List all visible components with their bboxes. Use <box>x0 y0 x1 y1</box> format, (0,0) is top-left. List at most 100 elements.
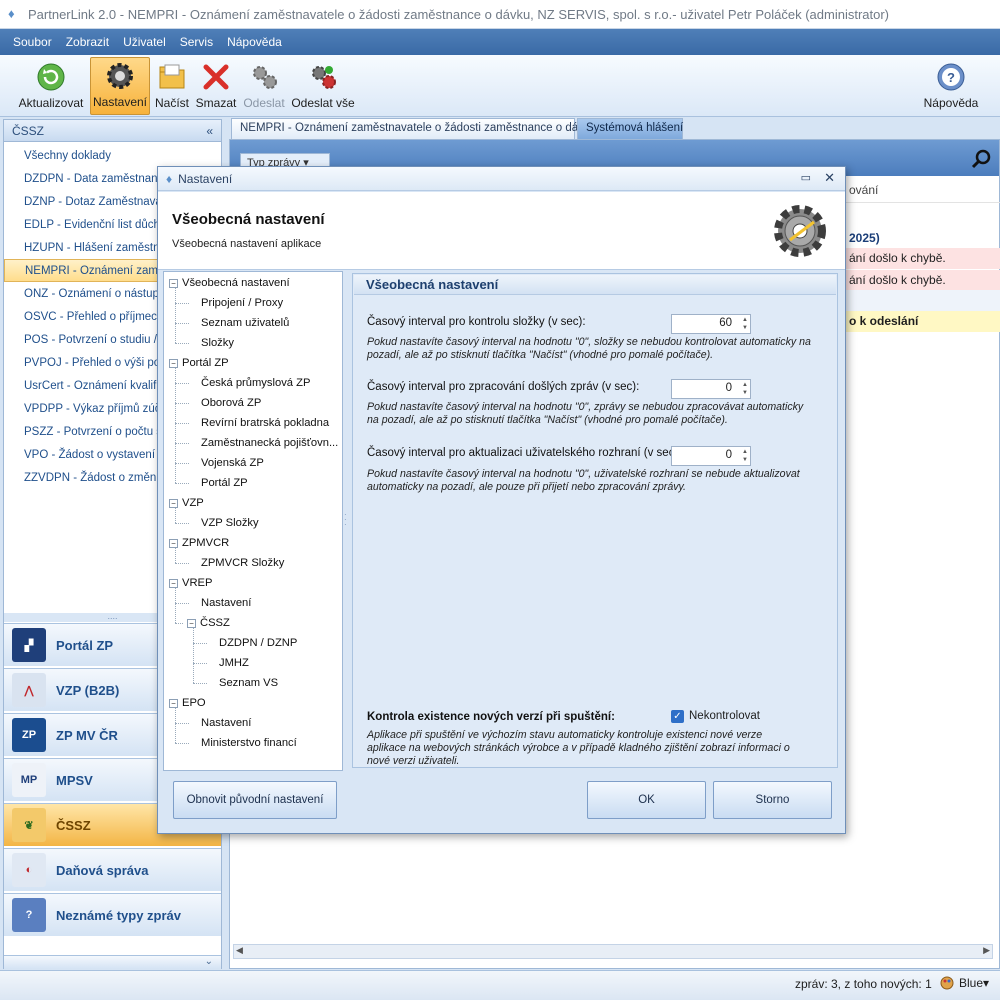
mpsv-icon: MP <box>12 763 46 797</box>
help-button[interactable]: ? Nápověda <box>920 57 982 115</box>
table-row-error[interactable]: ání došlo k chybě. <box>845 270 1000 291</box>
spinner-arrows-icon[interactable]: ▲ ▼ <box>742 316 748 332</box>
theme-selector[interactable]: Blue ▾ <box>940 976 989 990</box>
folder-interval-spinner[interactable]: 60 ▲ ▼ <box>671 314 751 334</box>
version-check-checkbox-label[interactable]: Nekontrolovat <box>689 710 760 722</box>
table-row-error[interactable]: ání došlo k chybě. <box>845 248 1000 269</box>
ui-interval-spinner[interactable]: 0 ▲ ▼ <box>671 446 751 466</box>
reset-defaults-button[interactable]: Obnovit původní nastavení <box>173 781 337 819</box>
delete-label: Smazat <box>195 96 237 110</box>
spinner-arrows-icon[interactable]: ▲ ▼ <box>742 448 748 464</box>
help-icon: ? <box>936 62 966 92</box>
tree-node-label: Portál ZP <box>182 357 229 369</box>
tree-node[interactable]: − Portál ZP <box>169 353 229 373</box>
tree-node[interactable]: Nastavení <box>201 713 251 733</box>
tree-node[interactable]: Revírní bratrská pokladna <box>201 413 329 433</box>
tree-node[interactable]: Seznam uživatelů <box>201 313 289 333</box>
tree-connector <box>175 523 189 524</box>
tree-connector <box>175 323 189 324</box>
menu-bar: Soubor Zobrazit Uživatel Servis Nápověda <box>0 29 1000 55</box>
tree-node[interactable]: − Všeobecná nastavení <box>169 273 290 293</box>
maximize-icon[interactable]: ▭ <box>801 171 811 184</box>
tree-node-label: ČSSZ <box>200 617 230 629</box>
dialog-header-subtitle: Všeobecná nastavení aplikace <box>172 238 322 250</box>
nav-button-question[interactable]: ? Neznámé typy zpráv <box>4 893 221 936</box>
nav-overflow-chevron-icon[interactable]: ⌄ <box>4 955 221 969</box>
tree-connector <box>175 723 189 724</box>
collapse-icon[interactable]: « <box>206 124 213 138</box>
tree-collapse-icon[interactable]: − <box>169 698 178 708</box>
tree-node[interactable]: Česká průmyslová ZP <box>201 373 310 393</box>
tree-collapse-icon[interactable]: − <box>169 498 178 508</box>
settings-button[interactable]: Nastavení <box>90 57 150 115</box>
tree-node[interactable]: ZPMVCR Složky <box>201 553 284 573</box>
column-header[interactable]: ování <box>845 180 1000 201</box>
tree-node-label: DZDPN / DZNP <box>219 637 298 649</box>
tree-node-label: Nastavení <box>201 597 252 609</box>
menu-uzivatel[interactable]: Uživatel <box>123 35 166 49</box>
tree-node[interactable]: DZDPN / DZNP <box>219 633 297 653</box>
tree-node[interactable]: Oborová ZP <box>201 393 261 413</box>
tree-node[interactable]: Nastavení <box>201 593 251 613</box>
tab-system-messages[interactable]: Systémová hlášení <box>577 118 683 139</box>
tree-connector <box>175 403 189 404</box>
send-button[interactable]: Odeslat <box>242 57 286 115</box>
send-all-button[interactable]: Odeslat vše <box>290 57 356 115</box>
tree-node[interactable]: Vojenská ZP <box>201 453 264 473</box>
table-row <box>845 202 1000 223</box>
tree-node-label: VZP Složky <box>201 517 259 529</box>
version-check-note: Aplikace při spuštění ve výchozím stavu … <box>367 729 790 767</box>
menu-servis[interactable]: Servis <box>180 35 213 49</box>
tree-collapse-icon[interactable]: − <box>169 358 178 368</box>
splitter-grip[interactable]: · · · <box>344 511 348 532</box>
version-check-checkbox[interactable]: ✓ <box>671 710 684 723</box>
send-all-label: Odeslat vše <box>291 96 355 110</box>
nav-button-danova-sprava[interactable]: ◐ Daňová správa <box>4 848 221 891</box>
tree-collapse-icon[interactable]: − <box>169 278 178 288</box>
nav-button-label: MPSV <box>56 772 93 788</box>
tab-nempri[interactable]: NEMPRI - Oznámení zaměstnavatele o žádos… <box>231 118 596 139</box>
tree-node[interactable]: Portál ZP <box>201 473 248 493</box>
tree-connector <box>193 663 207 664</box>
tree-collapse-icon[interactable]: − <box>187 618 196 628</box>
tree-connector <box>175 368 176 483</box>
tree-node[interactable]: Seznam VS <box>219 673 278 693</box>
tree-node[interactable]: JMHZ <box>219 653 249 673</box>
horizontal-scrollbar[interactable]: ◀ ▶ <box>233 944 993 959</box>
tree-collapse-icon[interactable]: − <box>169 578 178 588</box>
menu-napoveda[interactable]: Nápověda <box>227 35 282 49</box>
tree-connector <box>175 743 189 744</box>
menu-zobrazit[interactable]: Zobrazit <box>66 35 109 49</box>
dialog-title: Nastavení <box>178 171 233 186</box>
table-row-warning[interactable]: o k odeslání <box>845 311 1000 332</box>
tree-collapse-icon[interactable]: − <box>169 538 178 548</box>
tree-node[interactable]: − ZPMVCR <box>169 533 229 553</box>
cancel-button[interactable]: Storno <box>713 781 832 819</box>
delete-button[interactable]: Smazat <box>194 57 238 115</box>
zp-mv-icon: ZP <box>12 718 46 752</box>
load-button[interactable]: Načíst <box>152 57 192 115</box>
tree-node[interactable]: Pripojení / Proxy <box>201 293 283 313</box>
incoming-interval-spinner[interactable]: 0 ▲ ▼ <box>671 379 751 399</box>
tree-node[interactable]: VZP Složky <box>201 513 259 533</box>
tree-node[interactable]: Ministerstvo financí <box>201 733 297 753</box>
tree-connector <box>175 288 176 343</box>
doc-type-item[interactable]: Všechny doklady <box>4 144 221 167</box>
close-icon[interactable]: ✕ <box>824 170 835 186</box>
ui-interval-note: Pokud nastavíte časový interval na hodno… <box>367 468 800 493</box>
tree-node[interactable]: Složky <box>201 333 234 353</box>
group-row[interactable]: 2025) <box>845 228 1000 249</box>
spinner-arrows-icon[interactable]: ▲ ▼ <box>742 381 748 397</box>
tree-node-label: Seznam VS <box>219 677 279 689</box>
refresh-icon <box>36 62 66 92</box>
refresh-button[interactable]: Aktualizovat <box>16 57 86 115</box>
ok-button[interactable]: OK <box>587 781 706 819</box>
search-icon[interactable] <box>971 149 991 169</box>
tree-node-label: Revírní bratrská pokladna <box>201 417 330 429</box>
menu-soubor[interactable]: Soubor <box>13 35 52 49</box>
tree-connector <box>175 343 189 344</box>
tree-node[interactable]: Zaměstnanecká pojišťovn... <box>201 433 338 453</box>
palette-icon <box>940 976 954 990</box>
tree-node-label: Ministerstvo financí <box>201 737 297 749</box>
tree-connector <box>193 628 194 683</box>
